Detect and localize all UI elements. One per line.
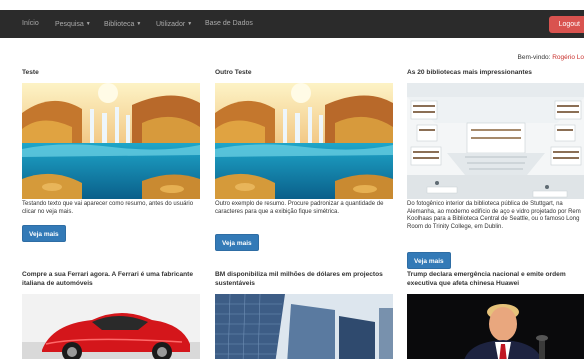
nav-item-base-de-dados[interactable]: Base de Dados (205, 10, 253, 38)
card-title[interactable]: BM disponibiliza mil milhões de dólares … (215, 271, 393, 288)
nav-label: Utilizador (156, 21, 186, 28)
news-card: Outro Teste Outro exemplo de resumo. Pro… (215, 69, 393, 259)
card-title[interactable]: Outro Teste (215, 69, 393, 78)
welcome-user-link[interactable]: Rogério Lo (552, 54, 584, 61)
nav-label: Biblioteca (104, 21, 135, 28)
red-sports-car-image (22, 294, 200, 359)
card-title[interactable]: Compre a sua Ferrari agora. A Ferrari é … (22, 271, 200, 288)
top-navbar: Início Pesquisa ▼ Biblioteca ▼ Utilizador ▼… (0, 10, 584, 38)
card-summary: Do fotogênico interior da biblioteca púb… (407, 201, 581, 230)
card-title[interactable]: As 20 bibliotecas mais impressionantes (407, 69, 584, 78)
caret-down-icon: ▼ (85, 21, 91, 27)
logout-button[interactable]: Logout (548, 16, 584, 33)
caret-down-icon: ▼ (136, 21, 142, 27)
nav-item-inicio[interactable]: Início (22, 10, 39, 38)
veja-mais-button[interactable]: Veja mais (407, 252, 451, 269)
library-interior-image (407, 83, 584, 199)
waterfall-lake-image (22, 83, 200, 199)
veja-mais-button[interactable]: Veja mais (215, 234, 259, 251)
news-card: BM disponibiliza mil milhões de dólares … (215, 271, 393, 359)
news-card: Compre a sua Ferrari agora. A Ferrari é … (22, 271, 200, 359)
veja-mais-button[interactable]: Veja mais (22, 225, 66, 242)
nav-label: Início (22, 20, 39, 27)
speaker-portrait-image (407, 294, 584, 359)
news-card: Teste Testando texto que vai aparecer co… (22, 69, 200, 249)
nav-item-pesquisa[interactable]: Pesquisa ▼ (55, 10, 91, 38)
waterfall-lake-image (215, 83, 393, 199)
welcome-message: Bem-vindo: Rogério Lo (518, 54, 584, 61)
office-buildings-image (215, 294, 393, 359)
nav-label: Pesquisa (55, 21, 84, 28)
welcome-prefix: Bem-vindo: (517, 54, 551, 61)
nav-item-biblioteca[interactable]: Biblioteca ▼ (104, 10, 141, 38)
news-card: As 20 bibliotecas mais impressionantes D… (407, 69, 584, 269)
card-title[interactable]: Teste (22, 69, 200, 78)
nav-item-utilizador[interactable]: Utilizador ▼ (156, 10, 192, 38)
card-title[interactable]: Trump declara emergência nacional e emit… (407, 271, 584, 288)
news-card: Trump declara emergência nacional e emit… (407, 271, 584, 359)
card-summary: Testando texto que vai aparecer como res… (22, 201, 194, 215)
nav-label: Base de Dados (205, 20, 253, 27)
caret-down-icon: ▼ (187, 21, 193, 27)
card-summary: Outro exemplo de resumo. Procure padroni… (215, 201, 384, 215)
